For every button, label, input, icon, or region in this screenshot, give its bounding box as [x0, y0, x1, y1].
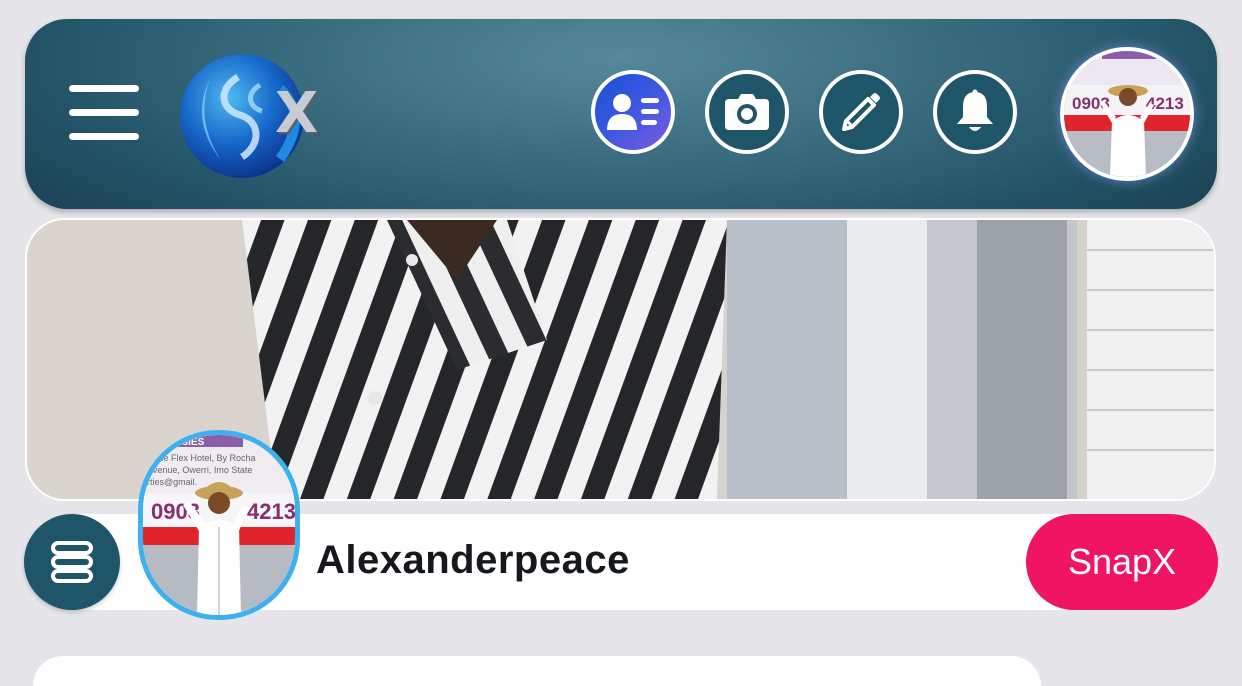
avatar-sign-line3: Avenue, Owerri, Imo State: [147, 465, 252, 475]
avatar-sign-line4: rties@gmail.: [147, 477, 197, 487]
profile-menu-button[interactable]: [24, 514, 120, 610]
profile-card-button[interactable]: [591, 70, 675, 154]
edit-button[interactable]: [819, 70, 903, 154]
logo-letter: X: [275, 81, 319, 146]
user-avatar-header[interactable]: 0903 4213: [1060, 47, 1194, 181]
profile-username: Alexanderpeace: [316, 538, 630, 582]
profile-card-icon: [607, 94, 659, 130]
snapx-button[interactable]: SnapX: [1026, 514, 1218, 610]
profile-avatar-photo: ssIES eside Flex Hotel, By Rocha Avenue,…: [143, 435, 295, 615]
avatar-photo: 0903 4213: [1064, 51, 1190, 177]
next-card-edge: [33, 656, 1041, 686]
avatar-sign-line1: ssIES: [177, 437, 205, 448]
stack-menu-icon: [51, 541, 93, 583]
pencil-icon: [842, 93, 880, 131]
profile-avatar[interactable]: ssIES eside Flex Hotel, By Rocha Avenue,…: [138, 430, 300, 620]
top-header: X 0903 4213: [25, 19, 1217, 209]
avatar-sign-phone-end: 4213: [247, 499, 295, 524]
avatar-phone-end: 4213: [1146, 94, 1184, 113]
avatar-sign-line2: eside Flex Hotel, By Rocha: [147, 453, 256, 463]
hamburger-menu-icon[interactable]: [69, 85, 139, 141]
camera-button[interactable]: [705, 70, 789, 154]
bell-icon: [957, 89, 993, 131]
notifications-button[interactable]: [933, 70, 1017, 154]
camera-icon: [725, 94, 769, 130]
